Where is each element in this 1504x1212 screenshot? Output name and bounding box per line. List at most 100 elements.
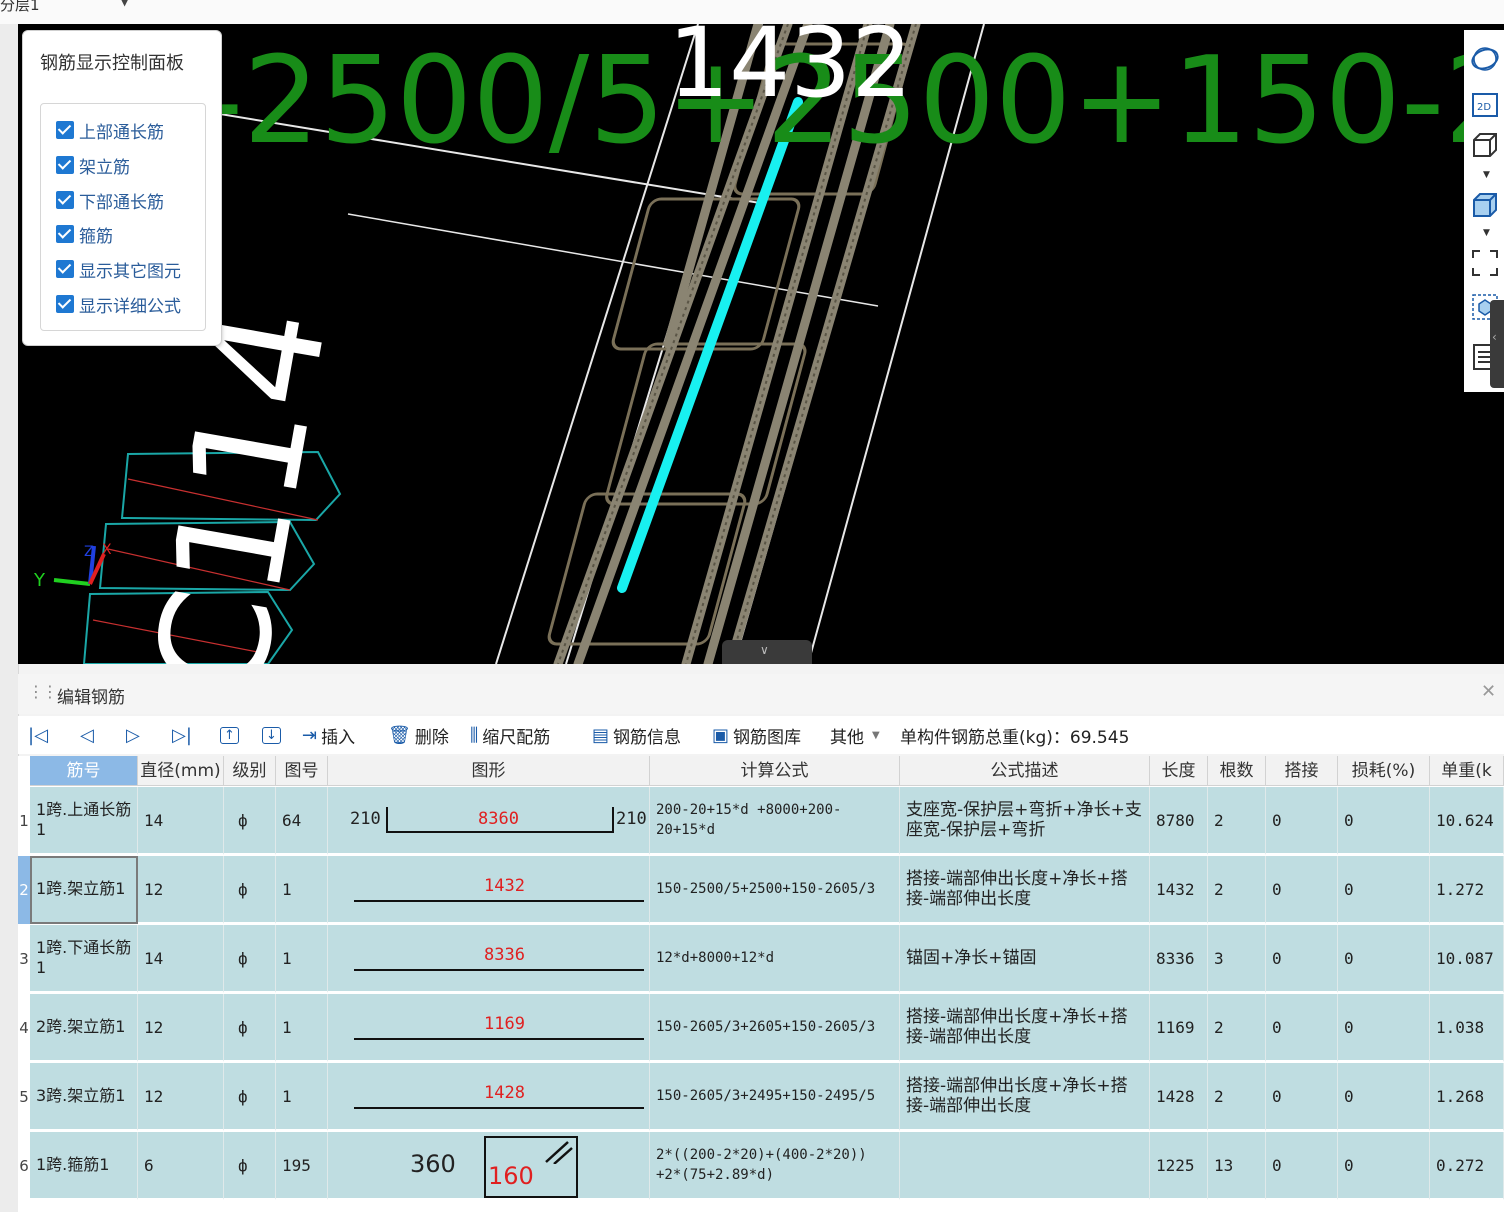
col-header-shape[interactable]: 图形 bbox=[328, 756, 650, 786]
lap-cell[interactable]: 0 bbox=[1266, 787, 1338, 855]
unit-weight-cell[interactable]: 10.624 bbox=[1430, 787, 1504, 855]
col-header-loss[interactable]: 损耗(%) bbox=[1338, 756, 1430, 786]
figure-no-cell[interactable]: 1 bbox=[276, 925, 328, 993]
formula-desc-cell[interactable]: 锚固+净长+锚固 bbox=[900, 925, 1150, 993]
fullscreen-icon[interactable] bbox=[1470, 248, 1500, 278]
table-row[interactable]: 6 1跨.箍筋1 6 ф 195 360 160 2*((200-2*20)+(… bbox=[18, 1132, 1504, 1200]
count-cell[interactable]: 2 bbox=[1208, 856, 1266, 924]
option-top-long-bar[interactable]: 上部通长筋 bbox=[56, 118, 164, 143]
3d-viewport[interactable]: -2500/5+2500+150-2605/3 1432 C114 Y Z X … bbox=[18, 24, 1504, 664]
figure-no-cell[interactable]: 1 bbox=[276, 994, 328, 1062]
shape-cell[interactable]: 1169 bbox=[328, 994, 650, 1062]
row-number[interactable]: 3 bbox=[18, 925, 30, 993]
col-header-formula[interactable]: 计算公式 bbox=[650, 756, 900, 786]
formula-desc-cell[interactable] bbox=[900, 1132, 1150, 1200]
table-row[interactable]: 1 1跨.上通长筋1 14 ф 64 210 8360 210 200-20+1… bbox=[18, 787, 1504, 855]
length-cell[interactable]: 1169 bbox=[1150, 994, 1208, 1062]
lap-cell[interactable]: 0 bbox=[1266, 994, 1338, 1062]
formula-cell[interactable]: 150-2605/3+2495+150-2495/5 bbox=[650, 1063, 900, 1131]
formula-desc-cell[interactable]: 搭接-端部伸出长度+净长+搭接-端部伸出长度 bbox=[900, 856, 1150, 924]
bar-name-cell[interactable]: 1跨.上通长筋1 bbox=[30, 787, 138, 855]
caret-down-icon[interactable]: ▼ bbox=[1483, 170, 1490, 180]
formula-cell[interactable]: 12*d+8000+12*d bbox=[650, 925, 900, 993]
bar-name-cell[interactable]: 1跨.箍筋1 bbox=[30, 1132, 138, 1200]
loss-cell[interactable]: 0 bbox=[1338, 856, 1430, 924]
col-header-formula-desc[interactable]: 公式描述 bbox=[900, 756, 1150, 786]
rebar-library-button[interactable]: ▣ 钢筋图库 bbox=[712, 722, 801, 748]
diameter-cell[interactable]: 12 bbox=[138, 1063, 224, 1131]
option-show-other-elements[interactable]: 显示其它图元 bbox=[56, 257, 181, 282]
option-stirrup[interactable]: 箍筋 bbox=[56, 222, 113, 247]
other-menu-button[interactable]: 其他 ▼ bbox=[830, 722, 880, 748]
length-cell[interactable]: 8780 bbox=[1150, 787, 1208, 855]
loss-cell[interactable]: 0 bbox=[1338, 925, 1430, 993]
checkbox-checked-icon[interactable] bbox=[56, 225, 74, 243]
table-row[interactable]: 5 3跨.架立筋1 12 ф 1 1428 150-2605/3+2495+15… bbox=[18, 1063, 1504, 1131]
shape-cell[interactable]: 360 160 bbox=[328, 1132, 650, 1200]
row-number[interactable]: 6 bbox=[18, 1132, 30, 1200]
loss-cell[interactable]: 0 bbox=[1338, 1132, 1430, 1200]
last-record-button[interactable]: ▷| bbox=[172, 722, 196, 748]
col-header-grade[interactable]: 级别 bbox=[224, 756, 276, 786]
next-record-button[interactable]: ▷ bbox=[126, 722, 144, 748]
drag-grip-icon[interactable]: ⋮⋮ bbox=[28, 682, 58, 701]
formula-cell[interactable]: 2*((200-2*20)+(400-2*20)) +2*(75+2.89*d) bbox=[650, 1132, 900, 1200]
col-header-unit-weight[interactable]: 单重(k bbox=[1430, 756, 1504, 786]
scale-reinforcement-button[interactable]: ⫼ 缩尺配筋 bbox=[470, 722, 550, 748]
grade-cell[interactable]: ф bbox=[224, 925, 276, 993]
lap-cell[interactable]: 0 bbox=[1266, 856, 1338, 924]
3d-box-icon[interactable] bbox=[1470, 130, 1500, 160]
shape-cell[interactable]: 8336 bbox=[328, 925, 650, 993]
option-show-detailed-formula[interactable]: 显示详细公式 bbox=[56, 292, 181, 317]
first-record-button[interactable]: |◁ bbox=[28, 722, 52, 748]
diameter-cell[interactable]: 12 bbox=[138, 994, 224, 1062]
count-cell[interactable]: 2 bbox=[1208, 787, 1266, 855]
length-cell[interactable]: 1432 bbox=[1150, 856, 1208, 924]
loss-cell[interactable]: 0 bbox=[1338, 1063, 1430, 1131]
count-cell[interactable]: 2 bbox=[1208, 1063, 1266, 1131]
length-cell[interactable]: 1225 bbox=[1150, 1132, 1208, 1200]
formula-desc-cell[interactable]: 支座宽-保护层+弯折+净长+支座宽-保护层+弯折 bbox=[900, 787, 1150, 855]
table-row[interactable]: 2 1跨.架立筋1 12 ф 1 1432 150-2500/5+2500+15… bbox=[18, 856, 1504, 924]
caret-down-icon[interactable]: ▼ bbox=[1483, 228, 1490, 238]
shape-cell[interactable]: 1428 bbox=[328, 1063, 650, 1131]
row-number[interactable]: 1 bbox=[18, 787, 30, 855]
formula-cell[interactable]: 150-2605/3+2605+150-2605/3 bbox=[650, 994, 900, 1062]
floor-selector[interactable]: 分层1 bbox=[0, 0, 40, 15]
checkbox-checked-icon[interactable] bbox=[56, 156, 74, 174]
previous-record-button[interactable]: ◁ bbox=[80, 722, 98, 748]
figure-no-cell[interactable]: 195 bbox=[276, 1132, 328, 1200]
col-header-lap[interactable]: 搭接 bbox=[1266, 756, 1338, 786]
col-header-length[interactable]: 长度 bbox=[1150, 756, 1208, 786]
diameter-cell[interactable]: 6 bbox=[138, 1132, 224, 1200]
checkbox-checked-icon[interactable] bbox=[56, 121, 74, 139]
lap-cell[interactable]: 0 bbox=[1266, 925, 1338, 993]
option-bottom-long-bar[interactable]: 下部通长筋 bbox=[56, 188, 164, 213]
lap-cell[interactable]: 0 bbox=[1266, 1063, 1338, 1131]
diameter-cell[interactable]: 14 bbox=[138, 787, 224, 855]
checkbox-checked-icon[interactable] bbox=[56, 295, 74, 313]
table-row[interactable]: 3 1跨.下通长筋1 14 ф 1 8336 12*d+8000+12*d 锚固… bbox=[18, 925, 1504, 993]
bar-name-cell[interactable]: 1跨.架立筋1 bbox=[30, 856, 138, 924]
length-cell[interactable]: 1428 bbox=[1150, 1063, 1208, 1131]
chevron-down-icon[interactable]: ▼ bbox=[120, 0, 129, 8]
lap-cell[interactable]: 0 bbox=[1266, 1132, 1338, 1200]
col-header-bar-no[interactable]: 筋号 bbox=[30, 756, 138, 786]
unit-weight-cell[interactable]: 1.038 bbox=[1430, 994, 1504, 1062]
bar-name-cell[interactable]: 1跨.下通长筋1 bbox=[30, 925, 138, 993]
unit-weight-cell[interactable]: 10.087 bbox=[1430, 925, 1504, 993]
figure-no-cell[interactable]: 1 bbox=[276, 856, 328, 924]
row-number[interactable]: 4 bbox=[18, 994, 30, 1062]
grade-cell[interactable]: ф bbox=[224, 787, 276, 855]
checkbox-checked-icon[interactable] bbox=[56, 260, 74, 278]
table-row[interactable]: 4 2跨.架立筋1 12 ф 1 1169 150-2605/3+2605+15… bbox=[18, 994, 1504, 1062]
formula-cell[interactable]: 200-20+15*d +8000+200-20+15*d bbox=[650, 787, 900, 855]
side-scroll-tab[interactable]: ‹ bbox=[1490, 300, 1504, 388]
move-down-button[interactable]: ↓ bbox=[262, 722, 285, 748]
col-header-figure-no[interactable]: 图号 bbox=[276, 756, 328, 786]
diameter-cell[interactable]: 12 bbox=[138, 856, 224, 924]
count-cell[interactable]: 2 bbox=[1208, 994, 1266, 1062]
move-up-button[interactable]: ↑ bbox=[220, 722, 243, 748]
unit-weight-cell[interactable]: 0.272 bbox=[1430, 1132, 1504, 1200]
checkbox-checked-icon[interactable] bbox=[56, 191, 74, 209]
